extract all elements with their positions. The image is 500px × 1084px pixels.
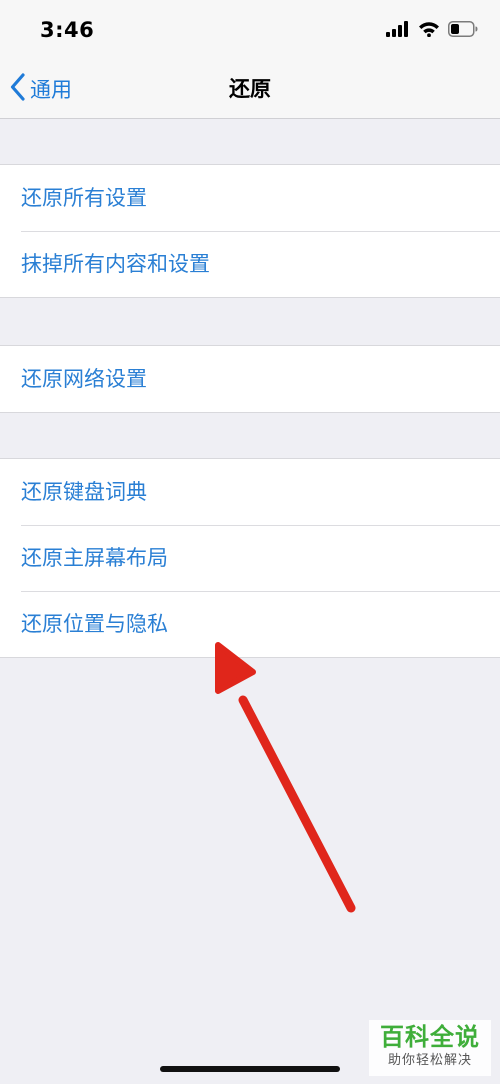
watermark-logo: 百科全说 助你轻松解决 — [369, 1020, 491, 1076]
navigation-bar: 还原 通用 — [0, 60, 500, 119]
cellular-signal-icon — [386, 21, 410, 41]
chevron-left-icon — [10, 72, 30, 106]
home-indicator[interactable] — [160, 1066, 340, 1072]
battery-icon — [448, 21, 478, 41]
status-icons — [386, 20, 478, 42]
status-time: 3:46 — [40, 18, 95, 42]
reset-network-settings-row[interactable]: 还原网络设置 — [0, 346, 500, 412]
settings-group-reset-all: 还原所有设置 抹掉所有内容和设置 — [0, 164, 500, 298]
reset-home-screen-layout-row[interactable]: 还原主屏幕布局 — [0, 525, 500, 591]
settings-group-network: 还原网络设置 — [0, 345, 500, 413]
settings-group-other: 还原键盘词典 还原主屏幕布局 还原位置与隐私 — [0, 458, 500, 658]
reset-location-privacy-row[interactable]: 还原位置与隐私 — [0, 591, 500, 657]
back-button[interactable]: 通用 — [10, 60, 72, 118]
back-button-label: 通用 — [30, 78, 72, 102]
erase-all-content-row[interactable]: 抹掉所有内容和设置 — [0, 231, 500, 297]
watermark-title: 百科全说 — [380, 1023, 480, 1051]
reset-keyboard-dictionary-row[interactable]: 还原键盘词典 — [0, 459, 500, 525]
watermark-subtitle: 助你轻松解决 — [387, 1053, 472, 1068]
reset-all-settings-row[interactable]: 还原所有设置 — [0, 165, 500, 231]
status-bar: 3:46 — [0, 0, 500, 60]
page-title: 还原 — [229, 77, 271, 101]
wifi-icon — [418, 21, 440, 41]
